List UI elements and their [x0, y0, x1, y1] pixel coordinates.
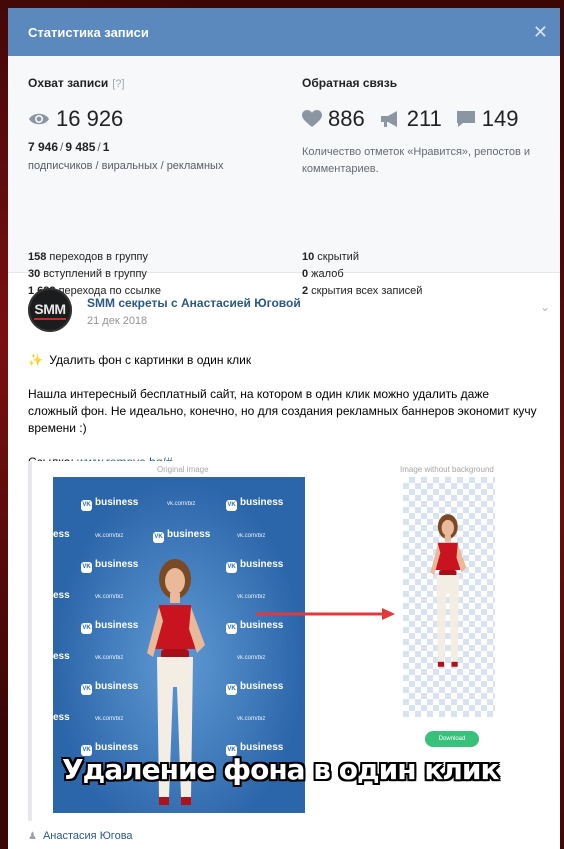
arrow-right-icon — [256, 608, 395, 620]
vk-logo-icon: VK business — [226, 559, 283, 573]
reposts-value: 211 — [406, 106, 442, 131]
vk-logo-icon: VK business — [81, 497, 138, 511]
post-line-1: ✨ Удалить фон с картинки в один клик — [28, 353, 252, 367]
reach-column: Охват записи [?] 16 926 7 946/9 485/1 под… — [28, 76, 290, 174]
post-date[interactable]: 21 дек 2018 — [87, 315, 147, 327]
post-header: SMM SMM секреты с Анастасией Юговой 21 д… — [8, 272, 560, 342]
post-image[interactable]: Original image Image without background … — [28, 461, 538, 821]
avatar[interactable]: SMM — [28, 288, 72, 332]
heart-icon — [302, 110, 322, 127]
vk-logo-icon: VK business — [153, 529, 210, 543]
chevron-down-icon[interactable]: ⌄ — [540, 300, 550, 314]
download-button[interactable]: Download — [425, 731, 479, 747]
stat-row: 158 переходов в группу — [28, 251, 148, 263]
help-link[interactable]: [?] — [112, 78, 124, 90]
feedback-label: Обратная связь — [302, 76, 398, 90]
close-icon[interactable]: ✕ — [533, 23, 548, 41]
vk-logo-icon: VK business — [226, 497, 283, 511]
post: SMM SMM секреты с Анастасией Юговой 21 д… — [8, 272, 560, 842]
post-author-link[interactable]: SMM секреты с Анастасией Юговой — [87, 296, 301, 310]
person-cutout — [430, 514, 467, 667]
caption-without-bg: Image without background — [400, 465, 494, 474]
comments-value: 149 — [481, 106, 519, 131]
reach-breakdown: 7 946/9 485/1 — [28, 140, 110, 154]
vk-logo-icon: VK business — [226, 681, 283, 695]
feedback-counts: 886 211 149 — [302, 106, 552, 132]
transparent-result — [403, 477, 495, 717]
image-banner-text: Удаление фона в один клик — [62, 753, 499, 786]
likes-value: 886 — [328, 106, 365, 131]
caption-original: Original image — [157, 465, 209, 474]
vk-logo-icon: VK business — [81, 620, 138, 634]
feedback-column: Обратная связь 886 211 149 Количество от… — [302, 76, 552, 178]
post-stats-modal: Статистика записи ✕ Охват записи [?] 16 9… — [8, 8, 560, 849]
vk-logo-icon: VK business — [81, 681, 138, 695]
post-paragraph: Нашла интересный бесплатный сайт, на кот… — [28, 387, 537, 435]
repost-icon — [380, 111, 397, 127]
views-count: 16 926 — [28, 106, 290, 132]
stats-panel: Охват записи [?] 16 926 7 946/9 485/1 под… — [8, 56, 560, 297]
modal-title: Статистика записи — [28, 24, 149, 40]
reach-label: Охват записи [?] — [28, 76, 125, 90]
vk-logo-icon: VK business — [226, 620, 283, 634]
modal-header: Статистика записи ✕ — [8, 8, 560, 56]
views-value: 16 926 — [56, 106, 124, 131]
post-text: ✨ Удалить фон с картинки в один клик Наш… — [8, 352, 560, 471]
eye-icon — [29, 113, 49, 125]
person-icon: ♟ — [28, 830, 37, 842]
vk-logo-icon: VK business — [81, 559, 138, 573]
stat-row: 10 скрытий — [302, 251, 359, 263]
post-signer[interactable]: ♟ Анастасия Югова — [28, 830, 133, 842]
feedback-description: Количество отметок «Нравится», репостов … — [302, 146, 531, 175]
reach-breakdown-caption: подписчиков / виральных / рекламных — [28, 160, 224, 172]
comment-icon — [456, 111, 475, 127]
sparkles-icon: ✨ — [28, 353, 43, 367]
